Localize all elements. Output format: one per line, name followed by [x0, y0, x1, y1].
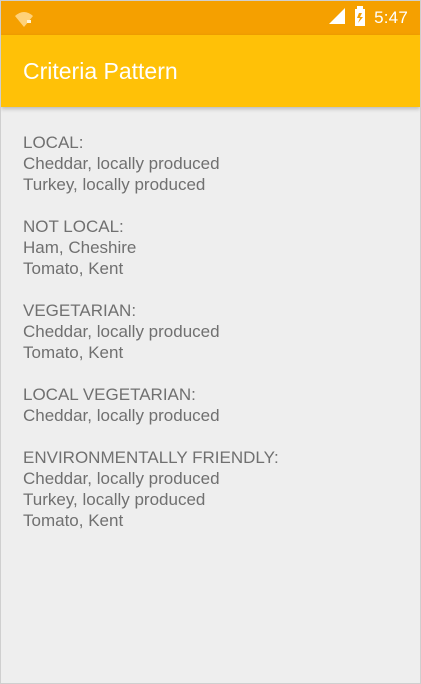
list-item: Tomato, Kent [23, 259, 124, 278]
list-item: Cheddar, locally produced [23, 406, 220, 425]
battery-icon [354, 6, 366, 30]
group-header: ENVIRONMENTALLY FRIENDLY: [23, 448, 279, 467]
app-bar: Criteria Pattern [1, 35, 420, 107]
list-item: Ham, Cheshire [23, 238, 137, 257]
group-header: LOCAL VEGETARIAN: [23, 385, 196, 404]
signal-icon [328, 7, 346, 29]
group-header: LOCAL: [23, 133, 84, 152]
group-not-local: NOT LOCAL: Ham, Cheshire Tomato, Kent [23, 216, 403, 279]
list-item: Tomato, Kent [23, 511, 124, 530]
status-time: 5:47 [374, 8, 408, 27]
wifi-icon [13, 8, 35, 28]
page-title: Criteria Pattern [23, 58, 178, 84]
group-header: NOT LOCAL: [23, 217, 124, 236]
status-bar: 5:47 [1, 1, 420, 35]
status-right: 5:47 [328, 1, 408, 35]
list-item: Turkey, locally produced [23, 175, 206, 194]
list-item: Cheddar, locally produced [23, 154, 220, 173]
criteria-results-list: LOCAL: Cheddar, locally produced Turkey,… [23, 132, 403, 552]
list-item: Cheddar, locally produced [23, 469, 220, 488]
list-item: Turkey, locally produced [23, 490, 206, 509]
group-vegetarian: VEGETARIAN: Cheddar, locally produced To… [23, 300, 403, 363]
group-local-vegetarian: LOCAL VEGETARIAN: Cheddar, locally produ… [23, 384, 403, 426]
group-header: VEGETARIAN: [23, 301, 137, 320]
group-environmentally-friendly: ENVIRONMENTALLY FRIENDLY: Cheddar, local… [23, 447, 403, 531]
list-item: Tomato, Kent [23, 343, 124, 362]
list-item: Cheddar, locally produced [23, 322, 220, 341]
group-local: LOCAL: Cheddar, locally produced Turkey,… [23, 132, 403, 195]
app-screen: 5:47 Criteria Pattern LOCAL: Cheddar, lo… [0, 0, 421, 684]
